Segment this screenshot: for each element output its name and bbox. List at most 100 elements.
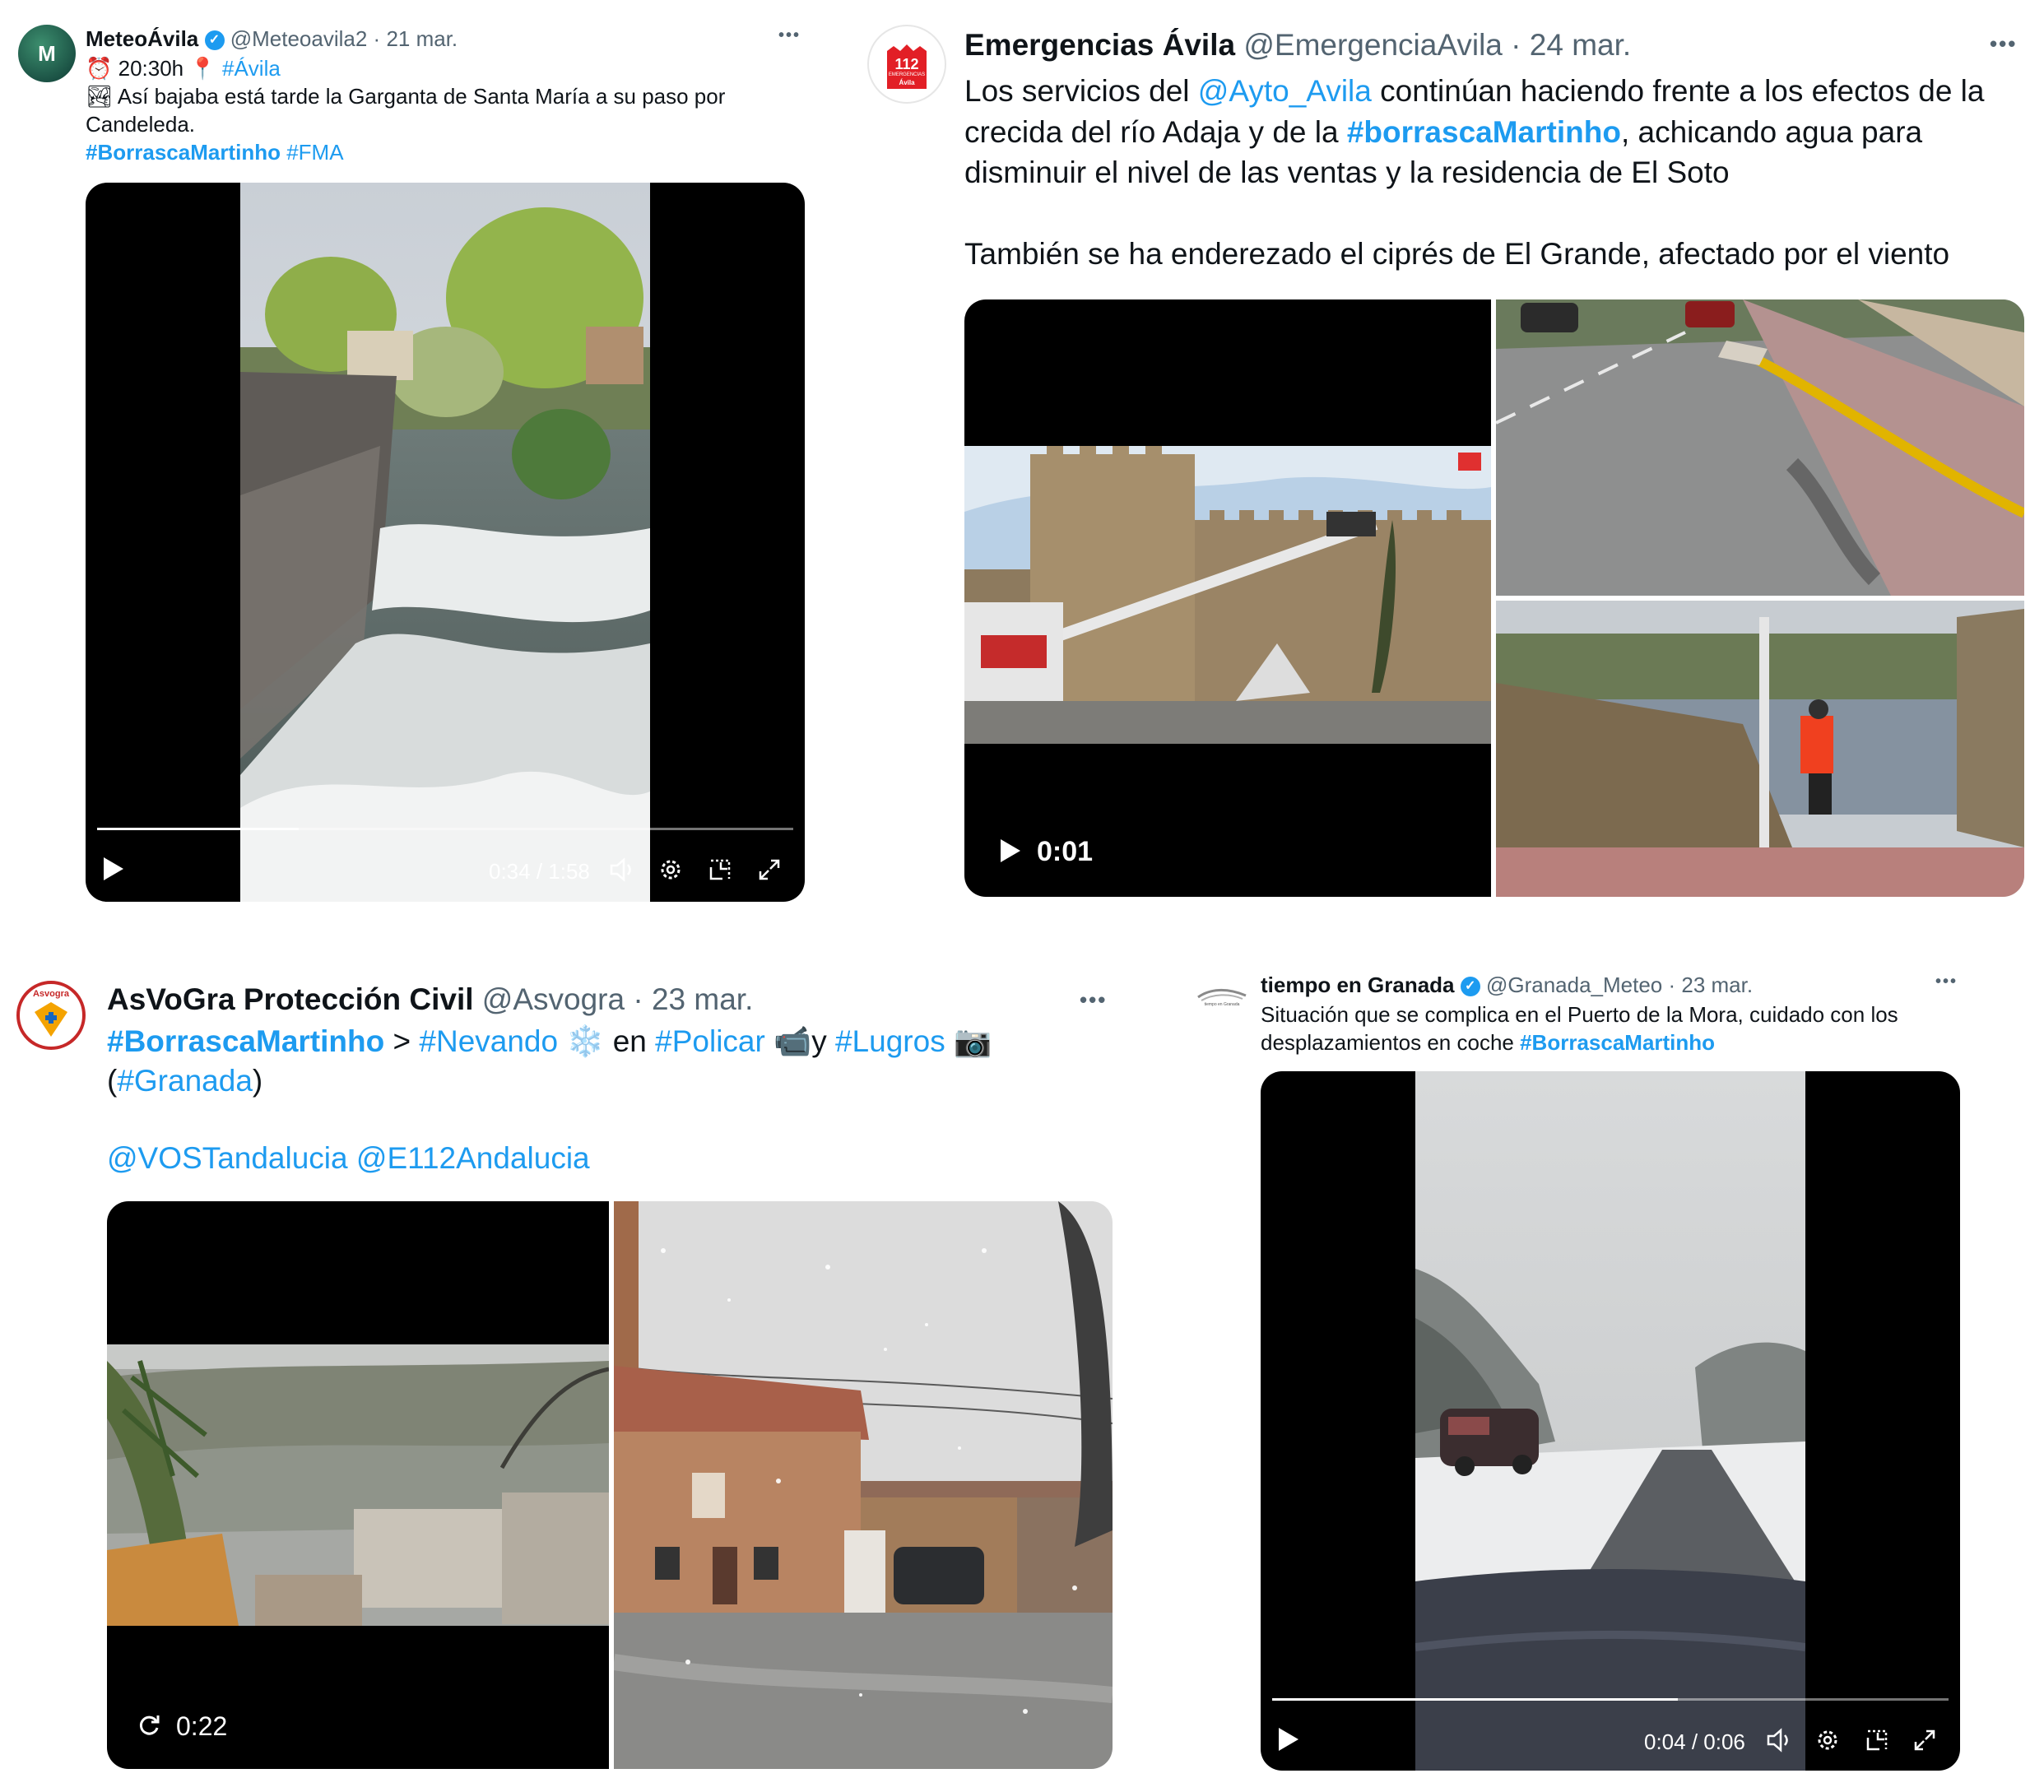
text-line-2: 🏞 Así bajaba está tarde la Garganta de S… — [86, 82, 810, 110]
alarm-clock-emoji: ⏰ — [86, 56, 113, 81]
text-line-2: crecida del río Adaja y de la #borrascaM… — [964, 112, 2034, 153]
hashtag-lugros[interactable]: #Lugros — [835, 1024, 945, 1058]
fullscreen-icon[interactable] — [1912, 1728, 1937, 1753]
progress-track[interactable] — [1272, 1698, 1949, 1701]
text-line-4: También se ha enderezado el ciprés de El… — [964, 236, 1950, 271]
camera-emoji: 📷 — [945, 1024, 992, 1058]
hashtag-policar[interactable]: #Policar — [655, 1024, 765, 1058]
volume-icon[interactable] — [1766, 1728, 1794, 1753]
tweet-date[interactable]: 23 mar. — [652, 982, 753, 1016]
author-handle[interactable]: @Granada_Meteo — [1486, 973, 1662, 997]
video-time: 0:34 / 1:58 — [489, 859, 590, 884]
mention-ayto-avila[interactable]: @Ayto_Avila — [1198, 74, 1372, 108]
tweet-text: #BorrascaMartinho > #Nevando ❄️ en #Poli… — [107, 1022, 1160, 1178]
tweet-header: tiempo en Granada ✓ @Granada_Meteo · 23 … — [1261, 973, 1753, 998]
video-player[interactable]: 0:22 — [107, 1201, 609, 1769]
author-name[interactable]: AsVoGra Protección Civil — [107, 982, 474, 1016]
text-span: y — [811, 1024, 835, 1058]
text-span: ( — [107, 1063, 118, 1098]
author-name[interactable]: Emergencias Ávila — [964, 28, 1235, 62]
text-span: > — [384, 1024, 420, 1058]
author-handle[interactable]: @Meteoavila2 — [230, 26, 368, 51]
text-line-2: (#Granada) — [107, 1061, 1160, 1101]
more-options-icon[interactable]: ••• — [1935, 973, 1958, 991]
video-player[interactable]: 0:01 — [964, 299, 1491, 897]
tweet-date[interactable]: 21 mar. — [386, 26, 458, 51]
avatar-sub: EMERGENCIAS — [888, 72, 926, 77]
snowflake-emoji: ❄️ — [558, 1024, 613, 1058]
author-handle[interactable]: @EmergenciaAvila — [1243, 28, 1503, 62]
picture-in-picture-icon[interactable] — [1865, 1728, 1889, 1753]
avatar[interactable]: Asvogra — [16, 981, 86, 1050]
author-name[interactable]: MeteoÁvila — [86, 26, 198, 51]
more-options-icon[interactable]: ••• — [1080, 987, 1107, 1013]
video-time: 0:04 / 0:06 — [1644, 1729, 1745, 1754]
progress-fill — [1272, 1698, 1679, 1701]
tweet-date[interactable]: 24 mar. — [1530, 28, 1631, 62]
verified-badge-icon: ✓ — [1460, 977, 1480, 997]
photo-street-hose[interactable] — [1496, 299, 2024, 596]
hashtag-nevando[interactable]: #Nevando — [419, 1024, 558, 1058]
video-time: 0:22 — [176, 1711, 228, 1741]
hashtag-borrascamartinho[interactable]: #BorrascaMartinho — [107, 1024, 384, 1058]
video-time: 0:01 — [1037, 836, 1094, 867]
avatar-text: tiempo en Granada — [1204, 1002, 1240, 1007]
tweet-date[interactable]: 23 mar. — [1681, 973, 1753, 997]
play-icon[interactable] — [104, 857, 123, 884]
photo-flooded-worker[interactable] — [1496, 601, 2024, 897]
text-span: en — [612, 1024, 656, 1058]
time-text: 20:30h — [118, 56, 184, 81]
hashtag-borrascamartinho[interactable]: #borrascaMartinho — [1347, 115, 1621, 149]
tweet-header: MeteoÁvila ✓ @Meteoavila2 · 21 mar. — [86, 26, 458, 52]
hashtag-fma[interactable]: #FMA — [286, 140, 343, 165]
hashtag-granada[interactable]: #Granada — [117, 1064, 253, 1098]
mention-e112andalucia[interactable]: @E112Andalucia — [356, 1141, 590, 1175]
text-line-1: Situación que se complica en el Puerto d… — [1261, 1002, 1898, 1027]
progress-track[interactable] — [97, 828, 793, 830]
tweet-tiempo-en-granada[interactable]: tiempo en Granada tiempo en Granada ✓ @G… — [1185, 946, 2044, 1792]
video-frame-snowy-road — [1415, 1071, 1805, 1771]
more-options-icon[interactable]: ••• — [1990, 31, 2017, 57]
video-frame-river — [240, 183, 650, 902]
author-name[interactable]: tiempo en Granada — [1261, 973, 1455, 997]
play-icon[interactable] — [1279, 1728, 1298, 1755]
text-span: Así bajaba está tarde la Garganta de San… — [113, 84, 726, 109]
play-icon[interactable] — [1001, 839, 1020, 866]
author-handle[interactable]: @Asvogra — [482, 982, 625, 1016]
hashtag-borrascamartinho[interactable]: #BorrascaMartinho — [86, 140, 281, 165]
hashtag-avila[interactable]: #Ávila — [222, 56, 281, 81]
tweet-emergencias-avila[interactable]: 112 EMERGENCIAS Ávila Emergencias Ávila … — [856, 0, 2044, 913]
volume-icon[interactable] — [609, 857, 637, 882]
more-options-icon[interactable]: ••• — [778, 26, 801, 45]
avatar[interactable]: M — [18, 25, 76, 82]
avatar[interactable]: 112 EMERGENCIAS Ávila — [867, 25, 946, 104]
text-line-3: @VOSTandalucia @E112Andalucia — [107, 1139, 1160, 1178]
tweet-header: AsVoGra Protección Civil @Asvogra · 23 m… — [107, 982, 753, 1017]
hashtag-borrascamartinho[interactable]: #BorrascaMartinho — [1520, 1030, 1715, 1055]
separator: · — [1502, 28, 1530, 62]
picture-in-picture-icon[interactable] — [708, 857, 732, 882]
fullscreen-icon[interactable] — [757, 857, 782, 882]
gear-icon[interactable] — [1815, 1728, 1840, 1753]
verified-badge-icon: ✓ — [204, 30, 225, 51]
replay-icon[interactable] — [137, 1713, 161, 1738]
mention-vostandalucia[interactable]: @VOSTandalucia — [107, 1141, 348, 1175]
text-span: Los servicios del — [964, 74, 1198, 108]
text-span: desplazamientos en coche — [1261, 1030, 1521, 1055]
video-frame-snowy-hills — [107, 1344, 609, 1626]
video-frame-wall — [964, 446, 1491, 744]
video-player[interactable]: 0:34 / 1:58 — [86, 183, 805, 902]
tweet-text: Situación que se complica en el Puerto d… — [1261, 1000, 2034, 1056]
tweet-asvogra[interactable]: Asvogra AsVoGra Protección Civil @Asvogr… — [0, 946, 1168, 1792]
text-span: continúan haciendo frente a los efectos … — [1371, 74, 1985, 108]
gear-icon[interactable] — [658, 857, 683, 882]
landscape-emoji: 🏞 — [86, 84, 114, 109]
text-line-1: Los servicios del @Ayto_Avila continúan … — [964, 71, 2034, 112]
text-line-1: ⏰ 20:30h 📍 #Ávila — [86, 54, 810, 82]
photo-snowing-village[interactable] — [614, 1201, 1113, 1769]
avatar[interactable]: tiempo en Granada — [1193, 971, 1251, 1028]
tweet-header: Emergencias Ávila @EmergenciaAvila · 24 … — [964, 28, 1631, 63]
tweet-meteoavila[interactable]: M MeteoÁvila ✓ @Meteoavila2 · 21 mar. ••… — [0, 0, 823, 913]
media-grid: 0:01 — [964, 299, 2024, 897]
video-player[interactable]: 0:04 / 0:06 — [1261, 1071, 1960, 1771]
